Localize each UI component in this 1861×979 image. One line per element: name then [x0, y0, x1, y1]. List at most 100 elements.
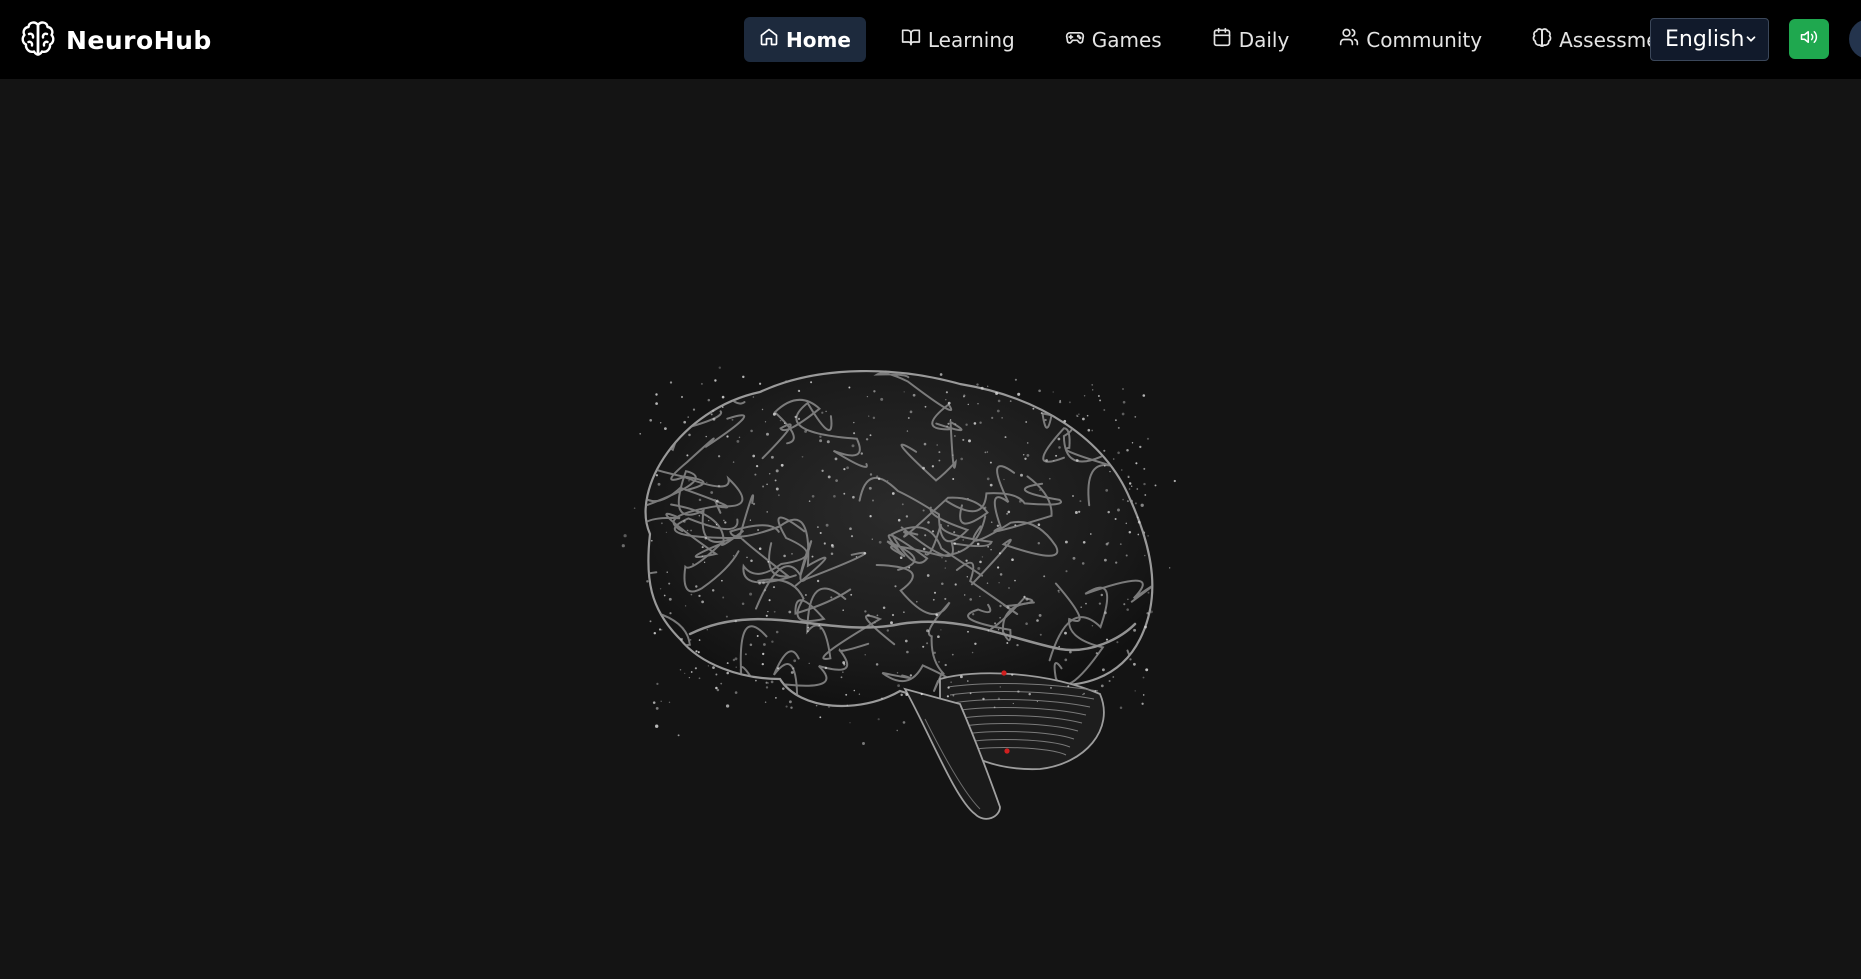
- surface-particle: [1079, 500, 1082, 503]
- nav-home[interactable]: Home: [744, 17, 866, 62]
- surface-particle: [683, 520, 686, 523]
- nav-community[interactable]: Community: [1324, 17, 1497, 62]
- surface-particle: [1057, 437, 1061, 441]
- highlight-dot: [1001, 670, 1007, 676]
- surface-particle: [690, 529, 693, 532]
- surface-particle: [1014, 524, 1017, 527]
- surface-particle: [761, 408, 764, 411]
- surface-particle: [1037, 523, 1041, 526]
- surface-particle: [1036, 619, 1039, 622]
- gyrus-fold: [645, 622, 654, 678]
- surface-particle: [944, 663, 947, 667]
- surface-particle: [1119, 543, 1122, 545]
- surface-particle: [705, 435, 707, 438]
- surface-particle: [931, 465, 935, 468]
- surface-particle: [710, 491, 714, 494]
- surface-particle: [816, 579, 820, 583]
- surface-particle: [1011, 673, 1014, 676]
- surface-particle: [967, 630, 969, 633]
- brain-shape: [644, 369, 1154, 820]
- surface-particle: [869, 434, 872, 437]
- language-select[interactable]: English: [1650, 18, 1769, 61]
- surface-particle: [871, 538, 873, 540]
- user-avatar[interactable]: [1849, 19, 1861, 59]
- surface-particle: [686, 529, 689, 532]
- surface-particle: [1017, 690, 1020, 693]
- brand-logo[interactable]: NeuroHub: [20, 19, 212, 61]
- surface-particle: [850, 535, 854, 538]
- surface-particle: [1055, 454, 1058, 457]
- surface-particle: [946, 695, 950, 698]
- nav-daily[interactable]: Daily: [1197, 17, 1305, 62]
- particle: [1092, 389, 1094, 391]
- surface-particle: [717, 455, 721, 458]
- surface-particle: [967, 497, 969, 500]
- surface-particle: [721, 395, 725, 399]
- surface-particle: [825, 410, 827, 413]
- surface-particle: [980, 386, 984, 390]
- particle: [684, 672, 686, 675]
- surface-particle: [1134, 502, 1137, 505]
- surface-particle: [1082, 540, 1086, 544]
- surface-particle: [965, 423, 968, 426]
- surface-particle: [878, 540, 882, 544]
- surface-particle: [968, 439, 971, 443]
- nav-learning[interactable]: Learning: [886, 17, 1030, 62]
- surface-particle: [711, 589, 715, 592]
- surface-particle: [788, 700, 792, 704]
- surface-particle: [897, 518, 901, 522]
- surface-particle: [1018, 500, 1022, 503]
- nav-games[interactable]: Games: [1050, 17, 1177, 62]
- surface-particle: [1052, 391, 1054, 393]
- surface-particle: [746, 556, 748, 559]
- surface-particle: [772, 412, 776, 416]
- surface-particle: [788, 610, 792, 614]
- surface-particle: [754, 473, 757, 476]
- surface-particle: [845, 693, 848, 696]
- surface-particle: [864, 654, 866, 656]
- surface-particle: [680, 395, 684, 399]
- surface-particle: [767, 682, 769, 684]
- surface-particle: [922, 645, 925, 648]
- surface-particle: [880, 697, 883, 700]
- surface-particle: [793, 659, 797, 663]
- surface-particle: [995, 392, 999, 395]
- surface-particle: [931, 530, 935, 533]
- surface-particle: [987, 629, 990, 632]
- surface-particle: [867, 613, 870, 617]
- surface-particle: [830, 544, 834, 547]
- surface-particle: [1003, 478, 1005, 481]
- surface-particle: [864, 610, 867, 613]
- surface-particle: [715, 524, 718, 526]
- surface-particle: [987, 546, 989, 548]
- surface-particle: [701, 546, 704, 549]
- surface-particle: [899, 556, 903, 559]
- surface-particle: [692, 408, 696, 411]
- surface-particle: [1136, 516, 1139, 519]
- surface-particle: [926, 574, 930, 577]
- surface-particle: [973, 422, 977, 425]
- surface-particle: [991, 416, 994, 419]
- surface-particle: [698, 677, 701, 680]
- surface-particle: [830, 552, 834, 556]
- surface-particle: [982, 697, 985, 701]
- sound-toggle-button[interactable]: [1789, 19, 1829, 59]
- surface-particle: [922, 509, 925, 512]
- surface-particle: [1091, 429, 1094, 432]
- surface-particle: [790, 706, 793, 709]
- surface-particle: [655, 474, 659, 477]
- surface-particle: [1058, 591, 1060, 594]
- surface-particle: [684, 605, 687, 607]
- surface-particle: [712, 417, 716, 421]
- surface-particle: [1094, 690, 1097, 692]
- surface-particle: [1100, 684, 1104, 688]
- surface-particle: [738, 436, 741, 439]
- surface-particle: [649, 418, 653, 422]
- surface-particle: [695, 585, 698, 588]
- surface-particle: [668, 597, 672, 601]
- surface-particle: [1139, 445, 1142, 449]
- particle: [658, 628, 662, 631]
- surface-particle: [904, 639, 908, 643]
- surface-particle: [880, 397, 884, 401]
- surface-particle: [1103, 558, 1107, 562]
